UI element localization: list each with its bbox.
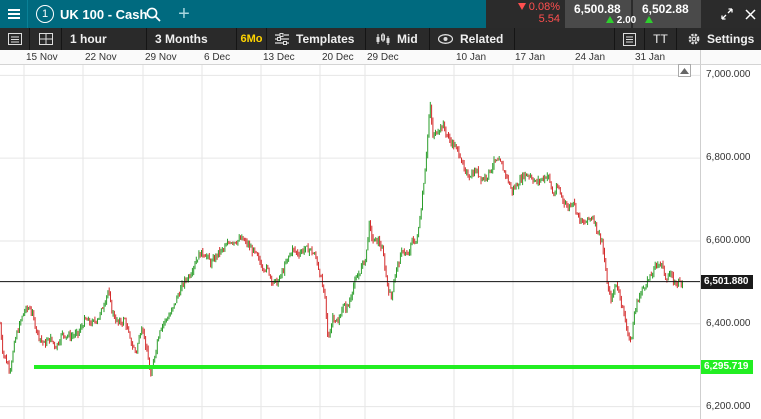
related-button[interactable]: Related	[430, 28, 515, 50]
instrument-title[interactable]: UK 100 - Cash	[60, 0, 147, 28]
x-tick-label: 31 Jan	[635, 52, 666, 63]
settings-label: Settings	[707, 32, 755, 46]
header-bar: 1 UK 100 - Cash + 0.08% 5.54 6,500.88 6,…	[0, 0, 761, 28]
close-icon[interactable]	[739, 0, 761, 28]
current-price-tag: 6,501.880	[701, 274, 753, 289]
range-preset-label: 6Mo	[240, 33, 263, 45]
candle-series	[0, 101, 683, 377]
x-tick-label: 13 Dec	[263, 52, 295, 63]
x-tick-label: 15 Nov	[26, 52, 58, 63]
range-preset-button[interactable]: 6Mo	[237, 28, 267, 50]
x-tick-label: 6 Dec	[204, 52, 231, 63]
y-tick-label: 7,000.000	[706, 69, 751, 81]
price-type-select[interactable]: Mid	[366, 28, 430, 50]
spread-up-icon	[606, 16, 614, 23]
x-tick-label: 17 Jan	[515, 52, 546, 63]
sell-price: 6,500.88	[574, 2, 621, 16]
change-percent: 0.08%	[528, 1, 560, 13]
price-axis[interactable]: 7,000.000 6,800.000 6,600.000 6,400.000 …	[700, 65, 761, 419]
list-icon[interactable]	[615, 28, 645, 50]
price-change: 0.08% 5.54	[495, 1, 560, 25]
expand-icon[interactable]	[716, 0, 738, 28]
x-tick-label: 24 Jan	[575, 52, 606, 63]
panel-icon[interactable]	[0, 28, 30, 50]
change-points: 5.54	[538, 13, 560, 25]
change-down-icon	[517, 3, 526, 10]
range-select[interactable]: 3 Months	[147, 28, 237, 50]
plus-icon[interactable]: +	[176, 0, 192, 28]
spread-up-icon	[645, 16, 654, 23]
templates-icon	[275, 33, 289, 45]
toolbar-spacer	[515, 28, 615, 50]
y-tick-label: 6,800.000	[706, 152, 751, 164]
text-tool-label: TT	[653, 32, 668, 46]
price-chart[interactable]	[0, 65, 700, 419]
price-type-label: Mid	[397, 32, 418, 46]
settings-button[interactable]: Settings	[677, 28, 761, 50]
templates-label: Templates	[296, 32, 355, 46]
related-eye-icon	[438, 34, 453, 44]
text-tool-icon[interactable]: TT	[645, 28, 677, 50]
tab-number-badge[interactable]: 1	[36, 5, 54, 23]
chart-toolbar: 1 hour 3 Months 6Mo Templates Mid Relate…	[0, 28, 761, 50]
spread-value: 2.00	[616, 15, 637, 26]
search-icon[interactable]	[143, 0, 163, 28]
spread-indicator: 2.00	[606, 15, 654, 27]
candlestick-icon	[376, 33, 390, 45]
x-tick-label: 10 Jan	[456, 52, 487, 63]
y-tick-label: 6,200.000	[706, 400, 751, 412]
layout-grid-icon[interactable]	[30, 28, 62, 50]
interval-select[interactable]: 1 hour	[62, 28, 147, 50]
x-tick-label: 20 Dec	[322, 52, 354, 63]
x-tick-label: 29 Dec	[367, 52, 399, 63]
y-tick-label: 6,400.000	[706, 317, 751, 329]
gear-icon	[688, 33, 700, 45]
home-icon[interactable]	[678, 64, 691, 77]
support-level-tag: 6,295.719	[701, 359, 753, 374]
related-label: Related	[460, 32, 504, 46]
x-tick-label: 22 Nov	[85, 52, 117, 63]
price-axis-header	[700, 50, 761, 65]
templates-button[interactable]: Templates	[267, 28, 366, 50]
buy-price: 6,502.88	[642, 2, 689, 16]
menu-icon[interactable]	[0, 0, 28, 28]
date-axis: 15 Nov 22 Nov 29 Nov 6 Dec 13 Dec 20 Dec…	[0, 50, 700, 65]
chart-window: 1 UK 100 - Cash + 0.08% 5.54 6,500.88 6,…	[0, 0, 761, 419]
y-tick-label: 6,600.000	[706, 234, 751, 246]
x-tick-label: 29 Nov	[145, 52, 177, 63]
